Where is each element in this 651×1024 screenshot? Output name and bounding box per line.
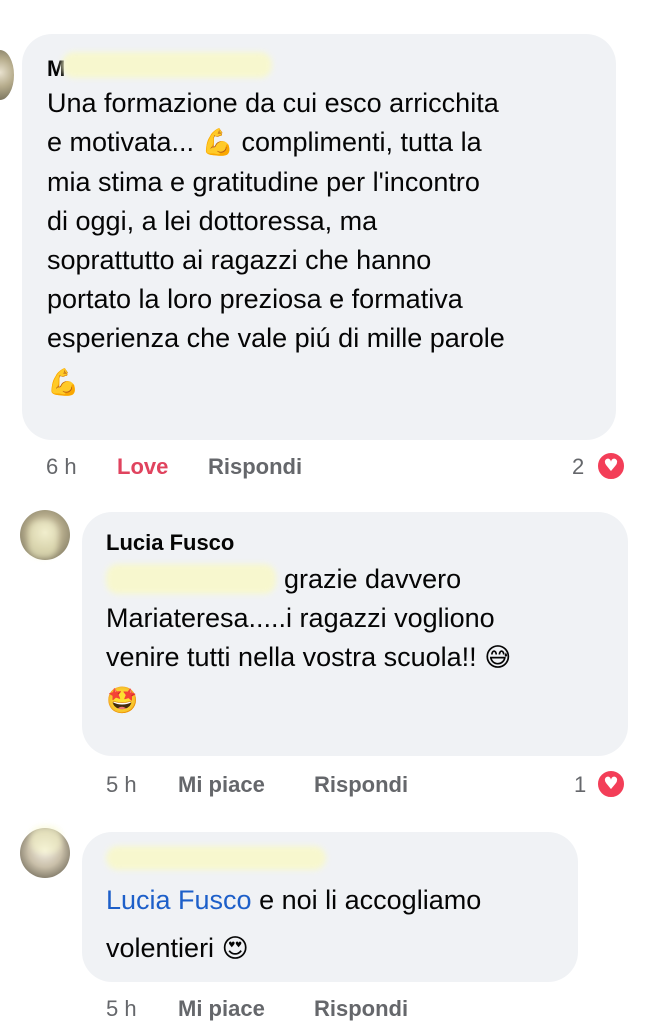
reply-button[interactable]: Rispondi (314, 772, 408, 798)
redacted-author-name (106, 846, 326, 870)
comment-bubble-1: M Una formazione da cui esco arricchita … (22, 34, 616, 440)
comment-bubble-3: Lucia Fusco e noi li accogliamo volentie… (82, 832, 578, 982)
reply-button[interactable]: Rispondi (208, 454, 302, 480)
comment-text: grazie davvero Mariateresa.....i ragazzi… (106, 560, 621, 721)
flexed-biceps-emoji: 💪 (201, 128, 234, 158)
reply-button[interactable]: Rispondi (314, 996, 408, 1022)
comment-text: Una formazione da cui esco arricchita e … (47, 84, 607, 403)
heart-reaction-icon[interactable]: ♥ (596, 769, 626, 799)
comment-time: 5 h (106, 996, 137, 1021)
comment-text: Lucia Fusco e noi li accogliamo volentie… (106, 885, 482, 964)
flexed-biceps-emoji: 💪 (47, 368, 80, 398)
comment-author[interactable]: Lucia Fusco (106, 530, 234, 556)
heart-eyes-emoji: 😍 (221, 934, 249, 964)
redacted-avatar-overlay (30, 826, 62, 854)
comment-time: 5 h (106, 772, 137, 797)
love-reaction-button[interactable]: Love (117, 454, 168, 480)
star-struck-emoji: 🤩 (106, 686, 139, 716)
mention-link[interactable]: Lucia Fusco (106, 885, 252, 915)
reaction-count[interactable]: 2 (572, 454, 584, 480)
reaction-count[interactable]: 1 (574, 772, 586, 798)
comment-time: 6 h (46, 454, 77, 479)
heart-reaction-icon[interactable]: ♥ (596, 451, 626, 481)
redacted-author-name (62, 52, 272, 78)
comment-bubble-2: Lucia Fusco grazie davvero Mariateresa..… (82, 512, 628, 756)
like-button[interactable]: Mi piace (178, 996, 265, 1022)
grinning-sweat-emoji: 😅 (484, 643, 512, 673)
like-button[interactable]: Mi piace (178, 772, 265, 798)
commenter-avatar[interactable] (0, 50, 14, 100)
redacted-avatar-overlay (28, 520, 58, 558)
